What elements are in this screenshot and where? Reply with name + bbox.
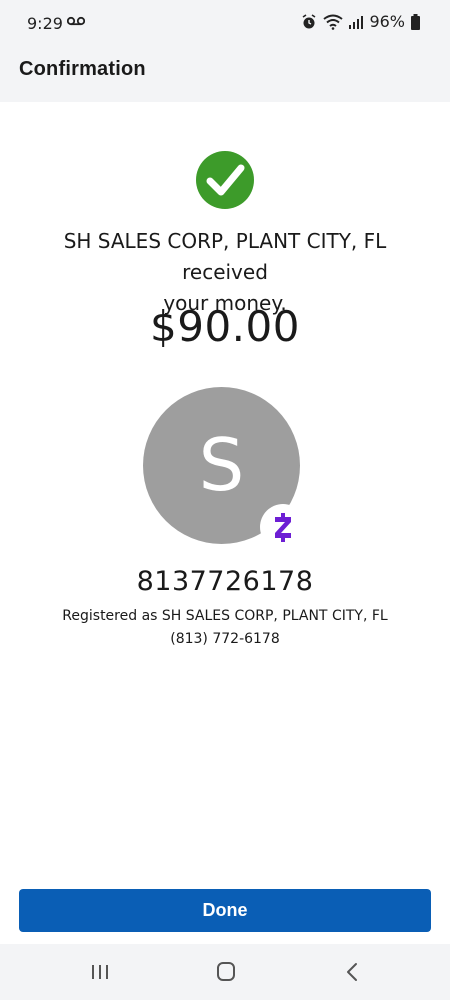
confirmation-content: SH SALES CORP, PLANT CITY, FL received y… <box>0 102 450 888</box>
message-line-1: SH SALES CORP, PLANT CITY, FL received <box>63 229 387 284</box>
back-icon[interactable] <box>338 960 366 984</box>
app-header: Confirmation <box>0 48 450 102</box>
zelle-logo-icon <box>275 513 291 542</box>
status-icons: 96% <box>301 12 420 31</box>
registered-name: Registered as SH SALES CORP, PLANT CITY,… <box>62 608 388 624</box>
battery-icon <box>411 13 420 30</box>
page-title: Confirmation <box>19 58 146 80</box>
status-bar: 9:29 96% <box>0 0 450 48</box>
home-icon[interactable] <box>212 960 240 984</box>
navigation-bar <box>0 944 450 1000</box>
status-time: 9:29 <box>27 14 63 33</box>
voicemail-icon <box>67 16 85 26</box>
recipient-phone: (813) 772-6178 <box>170 631 280 647</box>
wifi-icon <box>323 14 344 30</box>
payment-amount: $90.00 <box>150 302 300 351</box>
alarm-icon <box>302 13 316 28</box>
battery-percent: 96% <box>369 12 405 31</box>
check-circle-icon <box>196 151 254 209</box>
zelle-badge <box>260 504 306 550</box>
signal-icon <box>349 15 364 29</box>
recipient-number: 8137726178 <box>136 566 314 597</box>
recent-apps-icon[interactable] <box>86 960 114 984</box>
done-button[interactable]: Done <box>19 889 431 932</box>
